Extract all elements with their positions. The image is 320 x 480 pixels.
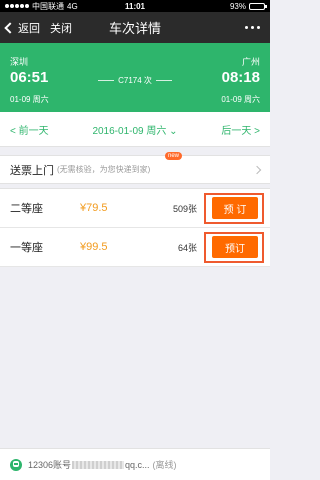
seat-price: ¥79.5 — [80, 202, 108, 214]
divider-line — [155, 80, 172, 81]
clock: 11:01 — [124, 1, 146, 11]
nav-bar: 返回 关闭 车次详情 — [0, 12, 270, 43]
chevron-right-icon: > — [251, 125, 260, 137]
seat-row-second-class: 二等座 ¥79.5 509张 预 订 — [0, 189, 270, 228]
depart-time: 06:51 — [10, 69, 49, 86]
current-date-label: 2016-01-09 周六 — [92, 125, 167, 137]
seat-row-first-class: 一等座 ¥99.5 64张 预订 — [0, 228, 270, 267]
train-logo-icon — [10, 458, 22, 471]
close-button[interactable]: 关闭 — [50, 20, 72, 36]
next-day-label: 后一天 — [221, 125, 252, 137]
train-number-label: C7174 次 — [118, 76, 152, 85]
from-city: 深圳 — [10, 57, 29, 67]
arrive-time: 08:18 — [221, 69, 260, 86]
delivery-subtitle: (无需核验，为您快递到家) — [57, 165, 151, 174]
delivery-title: 送票上门 — [10, 164, 54, 177]
new-badge: new — [165, 152, 183, 160]
chevron-right-icon — [252, 165, 262, 174]
chevron-left-icon — [4, 21, 16, 34]
arrive-date: 01-09 周六 — [221, 95, 260, 104]
seat-count: 64张 — [177, 242, 197, 253]
account-footer[interactable]: 12306账号 qq.c... (离线) — [0, 448, 270, 480]
divider-line — [98, 80, 115, 81]
book-button[interactable]: 预 订 — [212, 197, 258, 219]
train-number: C7174 次 — [95, 75, 175, 86]
battery-icon — [249, 2, 267, 10]
seat-list: 二等座 ¥79.5 509张 预 订 一等座 ¥99.5 64张 预订 — [0, 188, 270, 267]
train-header: 深圳 广州 06:51 08:18 C7174 次 01-09 周六 01-09… — [0, 43, 270, 112]
back-button[interactable]: 返回 — [0, 20, 40, 36]
account-suffix: qq.c... — [125, 459, 150, 470]
book-button[interactable]: 预订 — [212, 236, 258, 258]
depart-date: 01-09 周六 — [10, 95, 49, 104]
back-label: 返回 — [18, 22, 40, 35]
masked-account — [72, 460, 125, 469]
status-bar: 中国联通 4G 11:01 93% — [0, 0, 270, 12]
to-city: 广州 — [241, 57, 260, 67]
page-title: 车次详情 — [108, 21, 161, 36]
more-menu-icon[interactable] — [245, 26, 260, 29]
next-day-button[interactable]: 后一天 > — [221, 122, 260, 137]
account-status: (离线) — [152, 460, 177, 470]
seat-name: 一等座 — [10, 242, 43, 254]
seat-name: 二等座 — [10, 203, 43, 215]
account-prefix: 12306账号 — [28, 460, 72, 470]
seat-price: ¥99.5 — [80, 241, 108, 253]
ticket-delivery-row[interactable]: 送票上门 (无需核验，为您快递到家) new — [0, 152, 270, 184]
date-bar: < 前一天 2016-01-09 周六 ⌄ 后一天 > — [0, 112, 270, 147]
seat-count: 509张 — [172, 203, 197, 214]
chevron-down-icon: ⌄ — [166, 125, 178, 137]
